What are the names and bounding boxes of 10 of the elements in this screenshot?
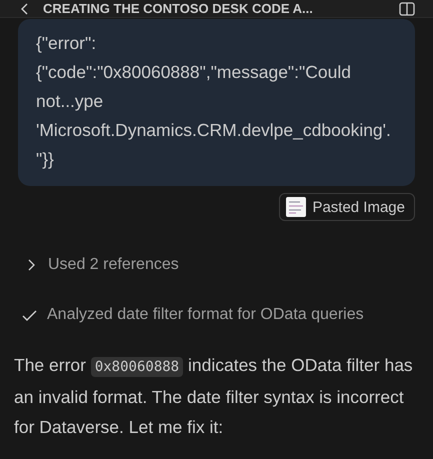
back-icon[interactable] — [20, 2, 29, 14]
reply-paragraph: The error 0x80060888 indicates the OData filter has an invalid format. The date filter syntax is incorrect for Dataverse. Let me fix it: — [14, 354, 414, 439]
panel-layout-icon[interactable] — [399, 2, 415, 16]
check-icon — [22, 308, 37, 322]
chat-title: CREATING THE CONTOSO DESK CODE A... — [43, 1, 314, 16]
message-bubble: {"error":{"code":"0x80060888","message":"Could not...ype 'Microsoft.Dynamics.CRM.devlpe_cdbooking'."}} — [18, 19, 415, 186]
attachment-chip[interactable]: Pasted Image — [279, 193, 415, 221]
status-step: Analyzed date filter format for OData queries — [22, 302, 433, 328]
image-thumbnail-icon — [286, 197, 306, 217]
references-toggle[interactable]: Used 2 references — [22, 252, 433, 278]
